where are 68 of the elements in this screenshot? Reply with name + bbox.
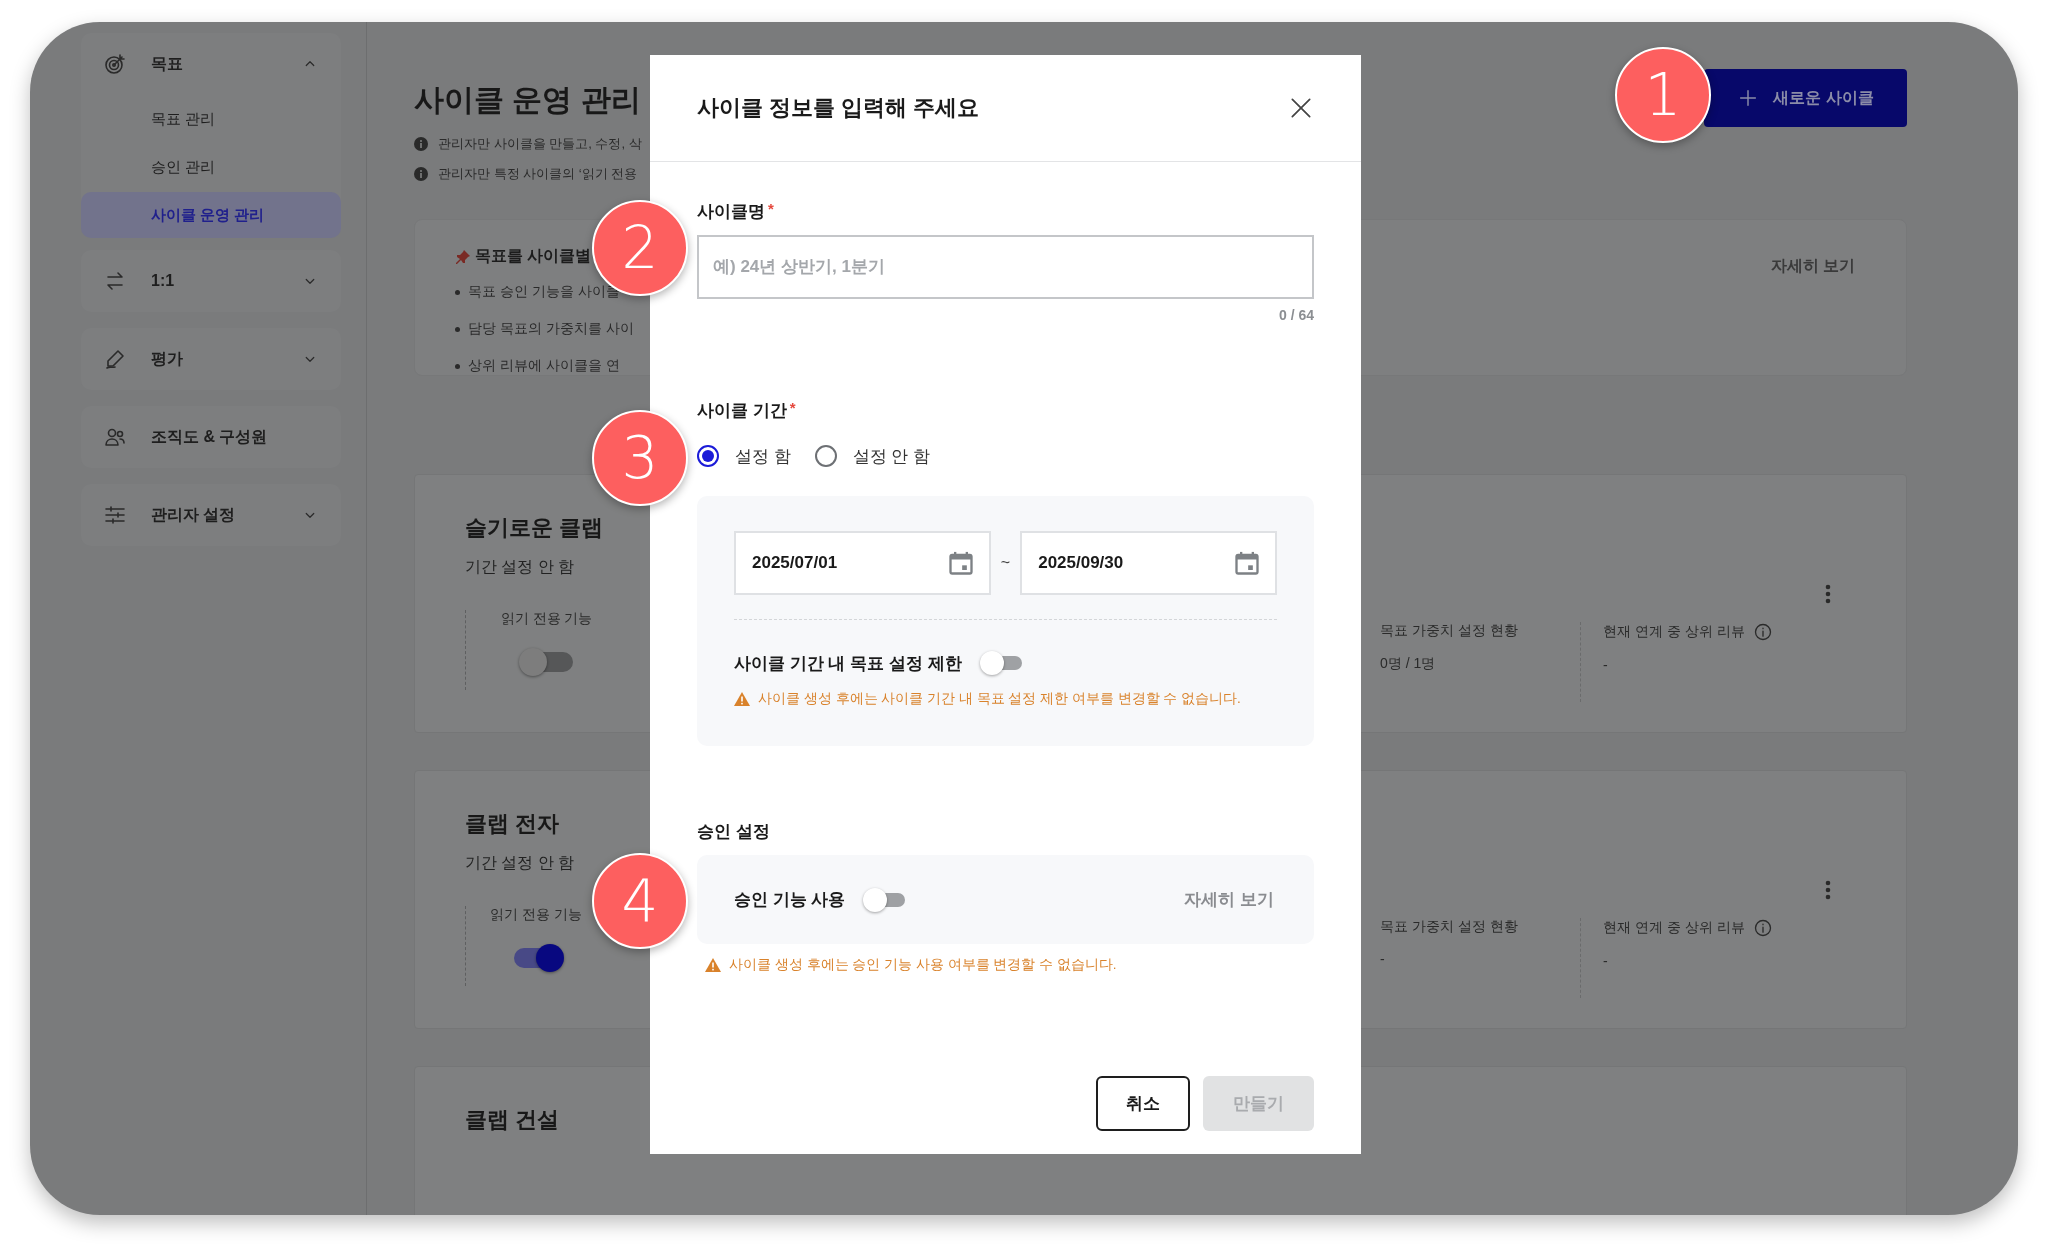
review-value: - xyxy=(1603,657,1609,673)
new-cycle-button[interactable]: 새로운 사이클 xyxy=(1704,69,1907,127)
calendar-icon[interactable] xyxy=(1233,549,1261,577)
details-link[interactable]: 자세히 보기 xyxy=(1764,254,1861,278)
guide-title: 목표를 사이클별 xyxy=(475,246,592,266)
range-separator: ~ xyxy=(1000,554,1011,572)
radio-option[interactable]: 설정 안 함 xyxy=(814,442,931,470)
warning-text: 사이클 생성 후에는 승인 기능 사용 여부를 변경할 수 없습니다. xyxy=(729,956,1117,974)
more-icon[interactable] xyxy=(1825,880,1831,900)
read-only-label: 읽기 전용 기능 xyxy=(490,906,582,924)
pushpin-icon xyxy=(455,248,471,265)
warning-icon xyxy=(705,958,721,972)
info-icon xyxy=(1752,918,1773,938)
start-date-field[interactable]: 2025/07/01 xyxy=(734,531,991,595)
toggle-switch[interactable] xyxy=(863,886,906,913)
section-label: 승인 설정 xyxy=(697,821,770,843)
note-text: 관리자만 사이클을 만들고, 수정, 삭 xyxy=(438,135,642,153)
callout-badge: 1 xyxy=(1615,47,1711,143)
page-title: 사이클 운영 관리 xyxy=(414,82,642,118)
sidebar-group[interactable]: 관리자 설정 xyxy=(81,484,341,546)
cancel-button[interactable]: 취소 xyxy=(1096,1076,1190,1131)
sidebar-group[interactable]: 평가 xyxy=(81,328,341,390)
weight-value: 0명 / 1명 xyxy=(1380,655,1437,673)
sidebar-item[interactable]: 사이클 운영 관리 xyxy=(81,192,341,238)
info-icon xyxy=(414,167,428,181)
sidebar-group[interactable]: 1:1 xyxy=(81,250,341,312)
pen-icon xyxy=(103,347,127,371)
cycle-period: 기간 설정 안 함 xyxy=(465,557,576,577)
sliders-icon xyxy=(103,503,127,527)
warning-icon xyxy=(734,692,750,706)
sidebar-group[interactable]: 조직도 & 구성원 xyxy=(81,406,341,468)
cycle-name: 클랩 건설 xyxy=(465,1106,560,1134)
info-icon xyxy=(414,137,428,151)
cycle-name: 클랩 전자 xyxy=(465,810,561,838)
required-mark: * xyxy=(789,399,796,416)
weight-label: 목표 가중치 설정 현황 xyxy=(1380,622,1519,640)
sidebar-item[interactable]: 목표 관리 xyxy=(81,95,341,143)
weight-label: 목표 가중치 설정 현황 xyxy=(1380,918,1519,936)
info-icon xyxy=(1752,622,1773,642)
character-counter: 0 / 64 xyxy=(1278,307,1314,323)
warning-text: 사이클 생성 후에는 사이클 기간 내 목표 설정 제한 여부를 변경할 수 없습니다. xyxy=(758,690,1241,708)
toggle-label: 승인 기능 사용 xyxy=(734,889,846,911)
toggle-switch[interactable] xyxy=(518,650,575,674)
read-only-label: 읽기 전용 기능 xyxy=(500,610,593,628)
toggle-switch[interactable] xyxy=(979,650,1022,676)
modal-title: 사이클 정보를 입력해 주세요 xyxy=(697,94,980,122)
field-label: 사이클명 xyxy=(697,201,765,223)
radio-option[interactable]: 설정 함 xyxy=(697,442,791,470)
review-label: 현재 연계 중 상위 리뷰 xyxy=(1603,919,1745,937)
toggle-label: 사이클 기간 내 목표 설정 제한 xyxy=(734,652,962,675)
calendar-icon[interactable] xyxy=(946,549,975,577)
note-text: 관리자만 특정 사이클의 ‘읽기 전용 xyxy=(438,165,638,183)
more-icon[interactable] xyxy=(1825,584,1831,604)
cycle-period: 기간 설정 안 함 xyxy=(465,853,576,873)
field-label: 사이클 기간 xyxy=(697,400,787,422)
required-mark: * xyxy=(768,200,774,217)
cycle-name-input[interactable]: 예) 24년 상반기, 1분기 xyxy=(697,235,1314,299)
sidebar-group[interactable]: 목표 xyxy=(81,33,341,95)
guide-bullet: 상위 리뷰에 사이클을 연 xyxy=(468,357,620,375)
details-link[interactable]: 자세히 보기 xyxy=(1178,887,1280,912)
target-icon xyxy=(103,52,127,76)
weight-value: - xyxy=(1380,951,1386,967)
end-date-field[interactable]: 2025/09/30 xyxy=(1020,531,1277,595)
review-value: - xyxy=(1603,953,1609,969)
guide-bullet: 담당 목표의 가중치를 사이 xyxy=(468,320,634,338)
cycle-name: 슬기로운 클랩 xyxy=(465,514,604,542)
sidebar-item[interactable]: 승인 관리 xyxy=(81,143,341,191)
review-label: 현재 연계 중 상위 리뷰 xyxy=(1603,623,1745,641)
